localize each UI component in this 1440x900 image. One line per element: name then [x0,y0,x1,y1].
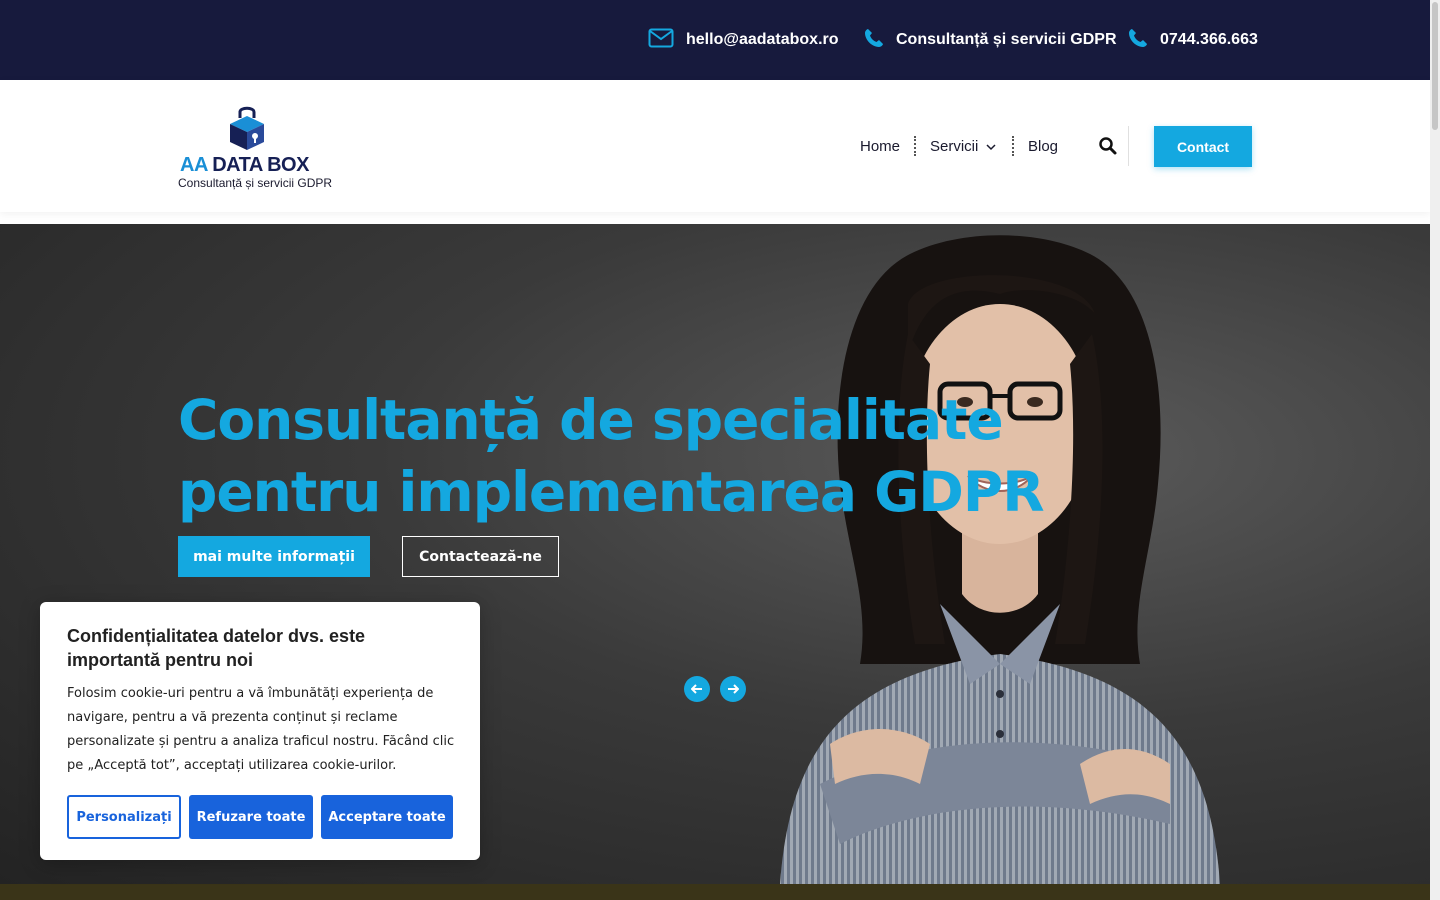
nav-blog[interactable]: Blog [1028,80,1058,212]
logo-tagline: Consultanță și servicii GDPR [178,176,333,190]
contact-button[interactable]: Contact [1154,126,1252,167]
cookie-text: Folosim cookie-uri pentru a vă îmbunătăț… [67,686,455,773]
next-section-strip [0,884,1430,900]
phone-icon [864,28,896,53]
reject-all-button[interactable]: Refuzare toate [189,795,313,839]
topbar-phone[interactable]: 0744.366.663 [1128,0,1258,80]
chevron-down-icon [978,138,996,155]
nav-home[interactable]: Home [860,80,900,212]
scrollbar-thumb[interactable] [1432,2,1438,130]
nav-servicii-label[interactable]: Servicii [930,138,978,155]
cookie-consent-banner: Confidențialitatea datelor dvs. este imp… [40,602,480,860]
nav-divider [914,136,916,156]
hero-woman-photo [780,235,1220,884]
site-header: AA DATA BOX Consultanță și servicii GDPR… [0,80,1430,212]
cookie-title: Confidențialitatea datelor dvs. este imp… [67,626,366,670]
topbar-phone-text[interactable]: 0744.366.663 [1160,31,1258,49]
top-bar: hello@aadatabox.ro Consultanță și servic… [0,0,1430,80]
topbar-service: Consultanță și servicii GDPR [864,0,1117,80]
customize-button[interactable]: Personalizați [67,795,181,839]
logo-name: AA DATA BOX [180,154,309,176]
nav-divider [1012,136,1014,156]
header-divider [1128,126,1129,166]
more-info-button[interactable]: mai multe informații [178,536,370,577]
hero-title: Consultanță de specialitate pentru imple… [178,388,1045,524]
lock-box-icon [228,104,266,154]
topbar-service-text: Consultanță și servicii GDPR [896,31,1117,48]
topbar-email-text[interactable]: hello@aadatabox.ro [686,31,839,49]
topbar-email[interactable]: hello@aadatabox.ro [648,0,839,80]
page-scrollbar[interactable] [1430,0,1440,900]
arrow-left-icon[interactable] [684,676,710,702]
contact-us-button[interactable]: Contactează-ne [402,536,559,577]
envelope-icon [648,28,686,53]
accept-all-button[interactable]: Acceptare toate [321,795,453,839]
arrow-right-icon[interactable] [720,676,746,702]
phone-icon [1128,28,1160,53]
site-logo[interactable]: AA DATA BOX Consultanță și servicii GDPR [178,104,348,194]
search-icon[interactable] [1098,136,1118,156]
nav-servicii[interactable]: Servicii [930,80,996,212]
